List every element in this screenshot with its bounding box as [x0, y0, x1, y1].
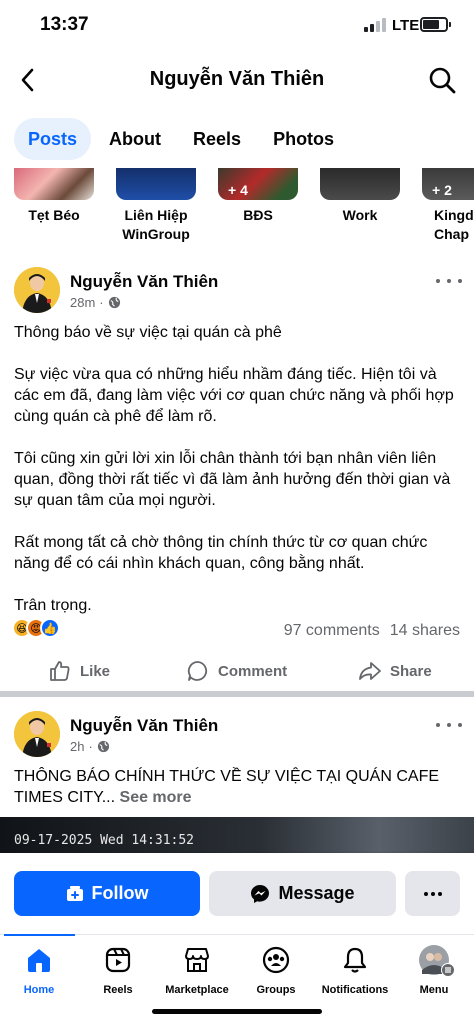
- post-body: Thông báo về sự việc tại quán cà phê Sự …: [14, 322, 464, 637]
- follow-label: Follow: [91, 883, 149, 903]
- like-label: Like: [80, 662, 111, 680]
- post-paragraph: Trân trọng.: [14, 597, 92, 614]
- more-options-button[interactable]: [436, 272, 462, 290]
- nav-item-notifications[interactable]: Notifications: [315, 945, 395, 996]
- post-paragraph: Tôi cũng xin gửi lời xin lỗi chân thành …: [14, 450, 451, 509]
- search-button[interactable]: [424, 62, 460, 98]
- post-divider: [0, 691, 474, 697]
- nav-label: Menu: [419, 984, 449, 996]
- like-reaction-icon: 👍: [40, 618, 60, 638]
- home-indicator[interactable]: [152, 1009, 322, 1014]
- search-icon: [429, 67, 456, 94]
- bell-icon: [343, 947, 367, 973]
- nav-label: Notifications: [321, 984, 389, 996]
- highlight-thumbnail: [14, 168, 94, 200]
- post-body: THÔNG BÁO CHÍNH THỨC VỀ SỰ VIỆC TẠI QUÁN…: [14, 766, 464, 808]
- post-paragraph: THÔNG BÁO CHÍNH THỨC VỀ SỰ VIỆC TẠI QUÁN…: [14, 768, 440, 806]
- post-paragraph: Sự việc vừa qua có những hiểu nhầm đáng …: [14, 366, 454, 425]
- highlight-count-badge: + 2: [432, 182, 452, 198]
- post-actions: Like Comment Share: [0, 651, 474, 691]
- globe-icon: [97, 740, 109, 753]
- nav-label: Reels: [103, 984, 133, 996]
- engagement-counts: 97 comments 14 shares: [284, 622, 460, 640]
- nav-label: Marketplace: [165, 984, 229, 996]
- message-button[interactable]: Message: [209, 871, 396, 916]
- nav-label: Home: [23, 984, 55, 996]
- avatar[interactable]: [14, 267, 60, 313]
- globe-icon: [108, 296, 120, 309]
- post-meta: 2h ·: [70, 739, 110, 754]
- post-meta: 28m ·: [70, 295, 121, 310]
- highlight-label: Tẹt Béo: [28, 207, 80, 223]
- message-label: Message: [278, 883, 355, 903]
- active-tab-indicator: [4, 934, 75, 936]
- post-paragraph: Thông báo về sự việc tại quán cà phê: [14, 324, 282, 341]
- more-options-button[interactable]: [436, 716, 462, 734]
- nav-item-marketplace[interactable]: Marketplace: [157, 945, 237, 996]
- avatar-icon: [14, 267, 60, 313]
- status-bar: 13:37 LTE: [0, 0, 474, 52]
- tab-posts[interactable]: Posts: [14, 118, 92, 160]
- highlight-label: Kingd Chap: [434, 207, 474, 242]
- comment-icon: [187, 661, 208, 681]
- post-author[interactable]: Nguyễn Văn Thiên: [70, 272, 218, 292]
- groups-icon: [262, 946, 290, 974]
- post-author[interactable]: Nguyễn Văn Thiên: [70, 716, 218, 736]
- nav-item-menu[interactable]: Menu: [394, 945, 474, 996]
- tab-photos[interactable]: Photos: [259, 118, 348, 160]
- highlight-label: Work: [342, 207, 378, 223]
- thumbs-up-icon: [50, 661, 70, 681]
- see-more-link[interactable]: See more: [120, 789, 192, 806]
- more-actions-button[interactable]: [405, 871, 460, 916]
- highlight-thumbnail: [320, 168, 400, 200]
- highlight-label: Liên Hiệp WinGroup: [122, 207, 190, 242]
- post-time: 2h: [70, 739, 85, 754]
- battery-icon: [420, 17, 451, 32]
- network-label: LTE: [392, 17, 420, 34]
- featured-highlights: Tẹt Béo Liên Hiệp WinGroup + 4 BĐS Work …: [0, 160, 474, 246]
- post-video[interactable]: 09-17-2025 Wed 14:31:52: [0, 817, 474, 853]
- like-button[interactable]: Like: [48, 651, 110, 691]
- reels-icon: [105, 947, 131, 973]
- signal-icon: [364, 18, 386, 32]
- tab-reels[interactable]: Reels: [179, 118, 255, 160]
- post-paragraph: Rất mong tất cả chờ thông tin chính thức…: [14, 534, 428, 572]
- tab-about[interactable]: About: [95, 118, 175, 160]
- avatar[interactable]: [14, 711, 60, 757]
- post-time: 28m: [70, 295, 96, 310]
- video-timestamp: 09-17-2025 Wed 14:31:52: [14, 833, 195, 848]
- comments-count[interactable]: 97 comments: [284, 622, 380, 639]
- page-title: Nguyễn Văn Thiên: [149, 68, 325, 90]
- highlight-thumbnail: + 4: [218, 168, 298, 200]
- comment-label: Comment: [218, 662, 288, 680]
- highlight-count-badge: + 4: [228, 182, 248, 198]
- share-label: Share: [390, 662, 432, 680]
- nav-item-reels[interactable]: Reels: [78, 945, 158, 996]
- messenger-icon: [251, 884, 270, 903]
- follow-icon: [66, 885, 83, 901]
- highlight-thumbnail: + 2: [422, 168, 474, 200]
- follow-button[interactable]: Follow: [14, 871, 200, 916]
- highlight-thumbnail: [116, 168, 196, 200]
- bottom-bar: Follow Message Home Reels Marketplace Gr…: [0, 853, 474, 1024]
- share-icon: [359, 662, 381, 680]
- share-button[interactable]: Share: [358, 651, 432, 691]
- nav-item-groups[interactable]: Groups: [236, 945, 316, 996]
- avatar-icon: [14, 711, 60, 757]
- ellipsis-icon: [423, 891, 442, 896]
- nav-item-home[interactable]: Home: [0, 945, 79, 996]
- bottom-navigation: Home Reels Marketplace Groups Notificati…: [0, 934, 474, 996]
- menu-badge-icon: [441, 963, 455, 977]
- shares-count[interactable]: 14 shares: [390, 622, 460, 639]
- highlight-label: BĐS: [243, 207, 273, 223]
- profile-header: Nguyễn Văn Thiên: [0, 56, 474, 104]
- profile-tabs: Posts About Reels Photos: [14, 118, 352, 160]
- home-icon: [28, 949, 50, 972]
- nav-label: Groups: [256, 984, 296, 996]
- comment-button[interactable]: Comment: [186, 651, 287, 691]
- marketplace-icon: [185, 948, 209, 972]
- status-time: 13:37: [40, 14, 89, 35]
- reaction-summary[interactable]: 😆 😡 👍: [12, 618, 60, 638]
